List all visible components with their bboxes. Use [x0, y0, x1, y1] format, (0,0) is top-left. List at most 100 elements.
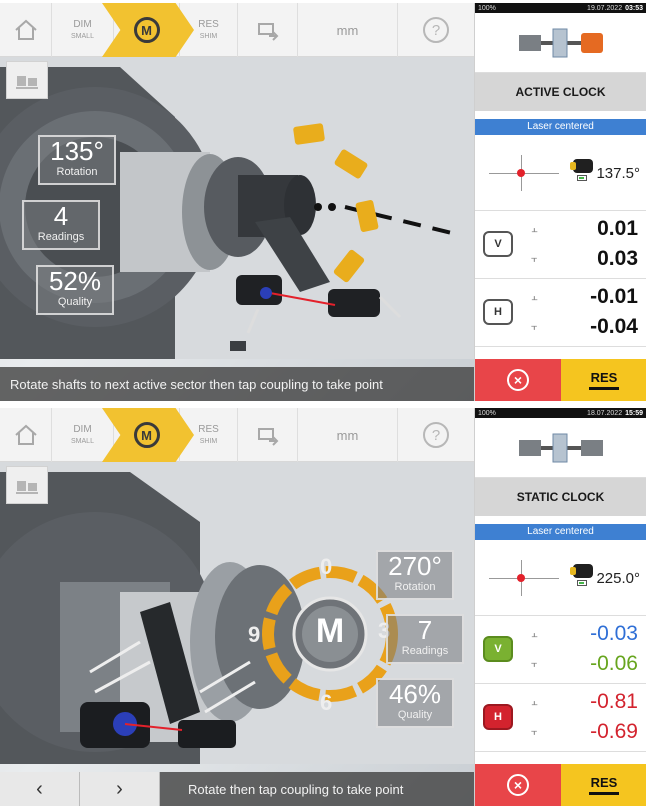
home-button[interactable]	[0, 408, 52, 462]
results-button-panel[interactable]: RES	[561, 359, 646, 401]
dimensions-button[interactable]: DIM SMALL	[52, 3, 114, 57]
results-button-panel[interactable]: RES	[561, 764, 646, 806]
laser-status: Laser centered	[475, 524, 646, 540]
res-button-label: RES	[590, 775, 618, 790]
help-button[interactable]: ?	[398, 3, 474, 57]
dim-label: DIM	[73, 424, 92, 435]
results-panel: 100% 19.07.2022 03:53 ACTIVE CLOCK Laser…	[474, 3, 646, 401]
readings-label: Readings	[37, 231, 85, 243]
quality-value: 46%	[388, 679, 442, 709]
machine-thumbnail-icon	[518, 433, 603, 462]
vertical-icon: V	[483, 636, 513, 662]
machine-thumbnail[interactable]	[475, 13, 646, 73]
dim-sublabel: SMALL	[71, 438, 94, 445]
ruler-icon	[589, 387, 619, 390]
results-button[interactable]: RES SHIM	[180, 408, 238, 462]
rotation-label: Rotation	[394, 581, 436, 593]
res-button-label: RES	[590, 370, 618, 385]
clock-mark-0: 0	[320, 554, 333, 579]
measure-icon: M	[133, 422, 160, 448]
top-toolbar: DIM SMALL M RES SHIM mm ?	[0, 3, 474, 57]
horizontal-results[interactable]: H ⫠ ⫟ -0.81 -0.69	[475, 684, 646, 752]
tolerance-button[interactable]	[238, 408, 298, 462]
help-button[interactable]: ?	[398, 408, 474, 462]
vertical-value-1: -0.03	[590, 622, 638, 645]
dim-label: DIM	[73, 19, 92, 30]
unit-button[interactable]: mm	[298, 3, 398, 57]
res-label: RES	[198, 19, 219, 30]
home-button[interactable]	[0, 3, 52, 57]
results-button[interactable]: RES SHIM	[180, 3, 238, 57]
system-date: 19.07.2022	[587, 4, 623, 12]
quality-label: Quality	[57, 296, 93, 308]
move-icon	[257, 23, 278, 41]
mode-title: ACTIVE CLOCK	[475, 73, 646, 111]
machines-icon	[16, 481, 38, 494]
close-icon: ×	[507, 369, 529, 391]
rotation-label: Rotation	[56, 166, 98, 178]
instruction-bar: Rotate shafts to next active sector then…	[0, 367, 474, 401]
instruction-text: Rotate then tap coupling to take point	[188, 781, 404, 797]
home-icon	[14, 19, 37, 40]
machine-thumbnail-icon	[518, 28, 603, 57]
unit-label: mm	[336, 22, 359, 38]
mode-title: STATIC CLOCK	[475, 478, 646, 516]
readings-value: 7	[417, 615, 433, 645]
chevron-left-icon: ‹	[36, 777, 43, 800]
action-buttons: × RES	[475, 359, 646, 401]
horizontal-value-1: -0.01	[590, 285, 638, 308]
vertical-value-2: -0.06	[590, 652, 638, 675]
system-time: 03:53	[625, 4, 643, 12]
cancel-button[interactable]: ×	[475, 359, 561, 401]
sensor-icon	[570, 159, 593, 173]
sensor-angle: 137.5°	[596, 165, 640, 182]
measure-button[interactable]: M	[102, 3, 194, 57]
rotation-metric: 270° Rotation	[376, 550, 454, 600]
offset-icon: ⫠	[531, 291, 538, 303]
battery-level: 100%	[478, 409, 496, 417]
machine-view: DIM SMALL M RES SHIM mm ?	[0, 3, 474, 401]
laser-target: 225.0°	[475, 540, 646, 616]
battery-icon	[577, 580, 587, 586]
next-button[interactable]: ›	[80, 772, 160, 806]
angularity-icon: ⫟	[531, 321, 538, 333]
system-time: 15:59	[625, 409, 643, 417]
machine-illustration: 135° Rotation 4 Readings 52% Quality	[0, 57, 474, 359]
quality-metric: 52% Quality	[36, 265, 114, 315]
previous-button[interactable]: ‹	[0, 772, 80, 806]
instruction-text: Rotate shafts to next active sector then…	[10, 376, 383, 392]
help-icon: ?	[423, 17, 449, 43]
tolerance-button[interactable]	[238, 3, 298, 57]
horizontal-results[interactable]: H ⫠ ⫟ -0.01 -0.04	[475, 279, 646, 347]
quality-metric: 46% Quality	[376, 678, 454, 728]
measure-icon: M	[133, 17, 160, 43]
cancel-button[interactable]: ×	[475, 764, 561, 806]
machine-set-button[interactable]	[6, 466, 48, 504]
vertical-results[interactable]: V ⫠ ⫟ -0.03 -0.06	[475, 616, 646, 684]
home-icon	[14, 424, 37, 445]
move-icon	[257, 428, 278, 446]
machine-illustration: M 0 3 6 9 270° Rotation 7 Readings 46% Q…	[0, 462, 474, 764]
sensor-angle: 225.0°	[596, 570, 640, 587]
horizontal-icon: H	[483, 299, 513, 325]
results-panel: 100% 18.07.2022 15:59 STATIC CLOCK Laser…	[474, 408, 646, 806]
quality-value: 52%	[48, 266, 102, 296]
vertical-icon: V	[483, 231, 513, 257]
clock-mark-9: 9	[248, 622, 261, 647]
machine-thumbnail[interactable]	[475, 418, 646, 478]
action-buttons: × RES	[475, 764, 646, 806]
sensor-icon	[570, 564, 593, 578]
laser-status: Laser centered	[475, 119, 646, 135]
help-icon: ?	[423, 422, 449, 448]
vertical-results[interactable]: V ⫠ ⫟ 0.01 0.03	[475, 211, 646, 279]
measure-clock-letter[interactable]: M	[310, 612, 350, 656]
close-icon: ×	[507, 774, 529, 796]
unit-button[interactable]: mm	[298, 408, 398, 462]
rotation-value: 270°	[388, 551, 442, 581]
machine-set-button[interactable]	[6, 61, 48, 99]
measure-button[interactable]: M	[102, 408, 194, 462]
dimensions-button[interactable]: DIM SMALL	[52, 408, 114, 462]
clock-mark-6: 6	[320, 690, 333, 715]
laser-dot	[517, 169, 525, 177]
dim-sublabel: SMALL	[71, 33, 94, 40]
